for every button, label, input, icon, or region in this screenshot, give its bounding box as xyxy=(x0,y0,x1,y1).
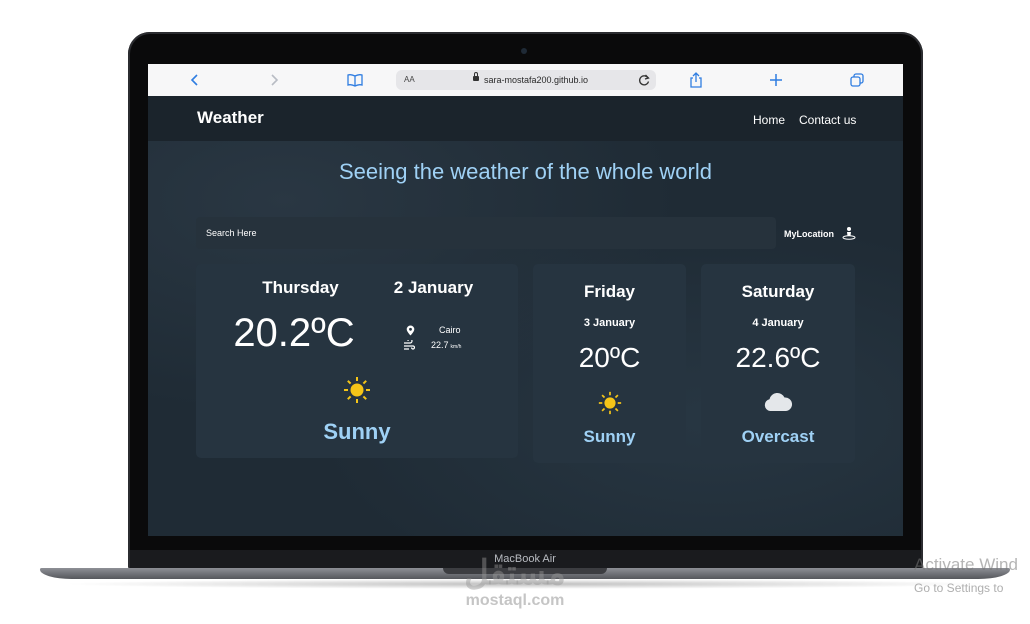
nav-contact-link[interactable]: Contact us xyxy=(799,113,856,127)
site-navbar: Weather Home Contact us xyxy=(148,96,903,141)
friday-condition: Sunny xyxy=(583,427,636,446)
new-tab-icon[interactable] xyxy=(767,71,785,89)
url-text: sara-mostafa200.github.io xyxy=(484,75,589,85)
today-day: Thursday xyxy=(262,278,339,297)
hero-title: Seeing the weather of the whole world xyxy=(338,159,712,184)
location-person-icon xyxy=(842,227,856,240)
today-temperature: 20.2ºC xyxy=(233,311,355,355)
forward-icon[interactable] xyxy=(265,71,283,89)
back-icon[interactable] xyxy=(186,71,204,89)
search-input[interactable] xyxy=(196,217,776,249)
wind-unit: km/h xyxy=(450,344,462,350)
activate-windows-title: Activate Wind xyxy=(914,555,1018,574)
saturday-day: Saturday xyxy=(741,282,815,301)
bookmarks-icon[interactable] xyxy=(346,71,364,89)
saturday-temperature: 22.6ºC xyxy=(735,342,821,373)
friday-temperature: 20ºC xyxy=(578,342,641,373)
my-location-button[interactable]: MyLocation xyxy=(784,224,856,244)
watermark-logo: مستقل xyxy=(464,554,566,592)
sun-icon xyxy=(598,391,622,415)
friday-date: 3 January xyxy=(583,317,636,329)
saturday-date: 4 January xyxy=(752,317,804,329)
cloud-icon xyxy=(764,392,793,411)
today-forecast-card: Thursday 2 January 20.2ºC Cairo 22.7 km/h… xyxy=(196,264,518,458)
webcam xyxy=(521,48,527,54)
tabs-overview-icon[interactable] xyxy=(848,71,866,89)
reload-icon[interactable] xyxy=(638,70,650,96)
browser-toolbar: AA sara-mostafa200.github.io xyxy=(148,64,903,97)
address-bar[interactable]: AA sara-mostafa200.github.io xyxy=(396,70,656,90)
lock-icon xyxy=(473,72,479,81)
nav-home-link[interactable]: Home xyxy=(753,113,785,127)
text-size-button[interactable]: AA xyxy=(404,70,415,90)
activate-windows-subtitle: Go to Settings to xyxy=(914,581,1004,595)
share-icon[interactable] xyxy=(687,71,705,89)
wind-icon xyxy=(404,340,415,350)
my-location-label: MyLocation xyxy=(784,229,835,239)
laptop-screen: AA sara-mostafa200.github.io Weather Hom… xyxy=(148,64,903,536)
forecast-card-saturday: Saturday 4 January 22.6ºC Overcast xyxy=(701,264,855,463)
friday-day: Friday xyxy=(583,282,636,301)
watermark-domain: mostaql.com xyxy=(465,592,565,609)
site-brand[interactable]: Weather xyxy=(197,108,264,128)
sun-icon xyxy=(344,377,370,403)
location-pin-icon xyxy=(406,325,415,336)
today-date: 2 January xyxy=(393,278,474,297)
wind-speed: 22.7 xyxy=(431,340,449,350)
today-wind: 22.7 km/h xyxy=(431,340,461,350)
saturday-condition: Overcast xyxy=(741,427,815,446)
today-city: Cairo xyxy=(439,325,461,335)
forecast-card-friday: Friday 3 January 20ºC Sunny xyxy=(533,264,686,463)
today-condition: Sunny xyxy=(323,419,391,444)
